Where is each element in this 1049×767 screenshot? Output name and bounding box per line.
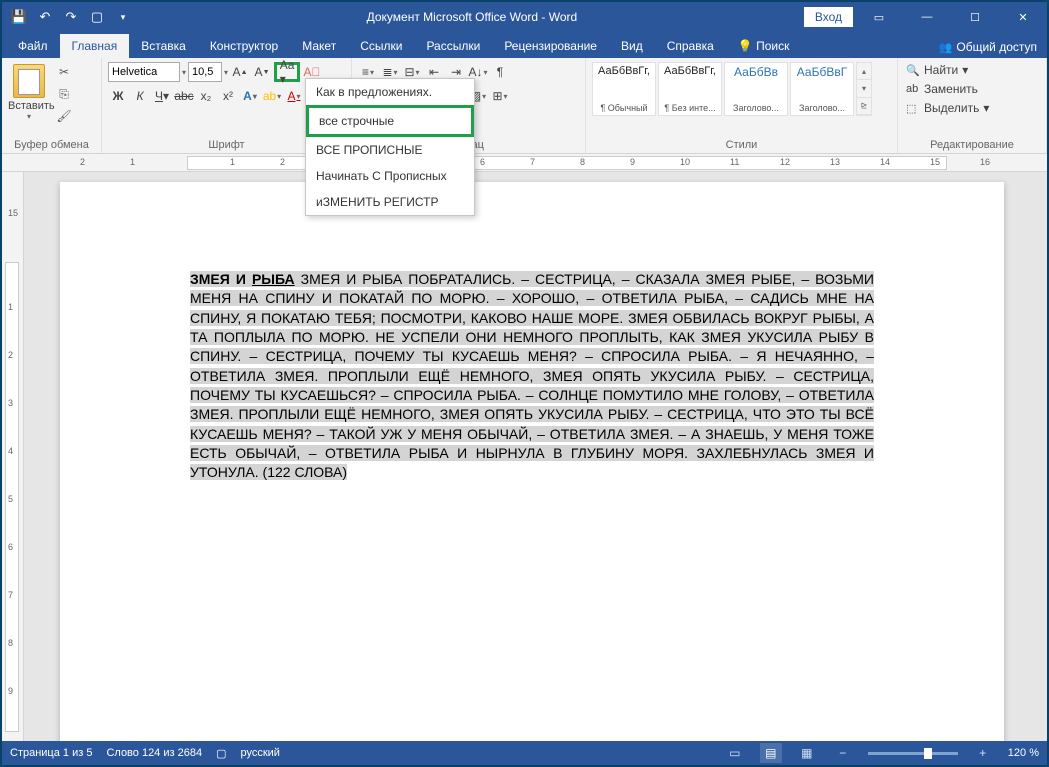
- tab-help[interactable]: Справка: [655, 34, 726, 58]
- ribbon: Вставить ▾ ✂ ⎘ 🖌 Буфер обмена ▾: [2, 58, 1047, 154]
- copy-icon[interactable]: ⎘: [54, 84, 74, 104]
- share-button[interactable]: Общий доступ: [929, 36, 1047, 58]
- case-sentence[interactable]: Как в предложениях.: [306, 79, 474, 105]
- highlight-icon[interactable]: ab: [262, 86, 282, 106]
- status-words[interactable]: Слово 124 из 2684: [106, 747, 202, 759]
- quick-access-toolbar: 💾 ↶ ↷ ▢ ▾: [2, 6, 140, 28]
- style-heading1[interactable]: АаБбВвЗаголово...: [724, 62, 788, 116]
- undo-icon[interactable]: ↶: [34, 6, 56, 28]
- borders-icon[interactable]: ⊞: [490, 86, 510, 106]
- font-color-icon[interactable]: A: [284, 86, 304, 106]
- vertical-ruler[interactable]: 15 1 2 3 4 5 6 7 8 9: [2, 172, 24, 741]
- font-size-input[interactable]: [188, 62, 222, 82]
- case-uppercase[interactable]: ВСЕ ПРОПИСНЫЕ: [306, 137, 474, 163]
- zoom-in-icon[interactable]: +: [972, 743, 994, 763]
- styles-gallery: АаБбВвГг,¶ Обычный АаБбВвГг,¶ Без инте..…: [592, 62, 872, 116]
- superscript-icon[interactable]: x²: [218, 86, 238, 106]
- close-icon[interactable]: ✕: [1001, 3, 1045, 31]
- font-name-input[interactable]: [108, 62, 180, 82]
- zoom-out-icon[interactable]: −: [832, 743, 854, 763]
- tab-mailings[interactable]: Рассылки: [414, 34, 492, 58]
- tab-references[interactable]: Ссылки: [348, 34, 414, 58]
- replace-icon: ab: [906, 83, 920, 95]
- subscript-icon[interactable]: x₂: [196, 86, 216, 106]
- show-marks-icon[interactable]: ¶: [490, 62, 510, 82]
- paste-icon: [13, 64, 45, 98]
- maximize-icon[interactable]: ☐: [953, 3, 997, 31]
- case-capitalize[interactable]: Начинать С Прописных: [306, 163, 474, 189]
- find-button[interactable]: 🔍Найти ▾: [904, 62, 991, 78]
- status-page[interactable]: Страница 1 из 5: [10, 747, 92, 759]
- styles-more[interactable]: ▴▾⊵: [856, 62, 872, 116]
- grow-font-icon[interactable]: A▲: [230, 62, 250, 82]
- tab-review[interactable]: Рецензирование: [492, 34, 609, 58]
- qat-customize-icon[interactable]: ▾: [112, 6, 134, 28]
- read-mode-icon[interactable]: ▭: [724, 743, 746, 763]
- save-icon[interactable]: 💾: [8, 6, 30, 28]
- signin-button[interactable]: Вход: [804, 7, 853, 27]
- bold-icon[interactable]: Ж: [108, 86, 128, 106]
- change-case-dropdown: Как в предложениях. все строчные ВСЕ ПРО…: [305, 78, 475, 216]
- tab-layout[interactable]: Макет: [290, 34, 348, 58]
- tab-view[interactable]: Вид: [609, 34, 655, 58]
- format-painter-icon[interactable]: 🖌: [54, 106, 74, 126]
- page[interactable]: ЗМЕЯ И РЫБА ЗМЕЯ И РЫБА ПОБРАТАЛИСЬ. – С…: [60, 182, 1004, 741]
- style-heading2[interactable]: АаБбВвГЗаголово...: [790, 62, 854, 116]
- redo-icon[interactable]: ↷: [60, 6, 82, 28]
- search-label: Поиск: [756, 39, 789, 53]
- zoom-slider[interactable]: [868, 752, 958, 755]
- web-layout-icon[interactable]: ▦: [796, 743, 818, 763]
- case-toggle[interactable]: иЗМЕНИТЬ РЕГИСТР: [306, 189, 474, 215]
- tab-design[interactable]: Конструктор: [198, 34, 290, 58]
- style-normal[interactable]: АаБбВвГг,¶ Обычный: [592, 62, 656, 116]
- paste-label: Вставить: [8, 100, 50, 112]
- title-bar: 💾 ↶ ↷ ▢ ▾ Документ Microsoft Office Word…: [2, 2, 1047, 32]
- shrink-font-icon[interactable]: A▼: [252, 62, 272, 82]
- doc-bold: ЗМЕЯ И: [190, 271, 252, 287]
- underline-icon[interactable]: Ч ▾: [152, 86, 172, 106]
- replace-button[interactable]: abЗаменить: [904, 81, 991, 97]
- ribbon-tabs: Файл Главная Вставка Конструктор Макет С…: [2, 32, 1047, 58]
- tab-home[interactable]: Главная: [60, 34, 130, 58]
- horizontal-ruler[interactable]: 2 1 1 2 3 4 5 6 7 8 9 10 11 12 13 14 15 …: [2, 154, 1047, 172]
- tab-insert[interactable]: Вставка: [129, 34, 198, 58]
- strike-icon[interactable]: abc: [174, 86, 194, 106]
- cut-icon[interactable]: ✂: [54, 62, 74, 82]
- find-icon: 🔍: [906, 64, 920, 77]
- document-area: 15 1 2 3 4 5 6 7 8 9 ЗМЕЯ И РЫБА ЗМЕЯ И …: [2, 172, 1047, 741]
- tab-file[interactable]: Файл: [6, 34, 60, 58]
- group-editing-label: Редактирование: [904, 137, 1040, 151]
- status-bar: Страница 1 из 5 Слово 124 из 2684 ▢ русс…: [2, 741, 1047, 765]
- paste-button[interactable]: Вставить ▾: [8, 62, 50, 121]
- minimize-icon[interactable]: —: [905, 3, 949, 31]
- group-clipboard-label: Буфер обмена: [8, 137, 95, 151]
- text-effects-icon[interactable]: A: [240, 86, 260, 106]
- group-styles-label: Стили: [592, 137, 891, 151]
- zoom-level[interactable]: 120 %: [1008, 747, 1039, 759]
- tab-search[interactable]: 💡 Поиск: [726, 34, 802, 58]
- print-layout-icon[interactable]: ▤: [760, 743, 782, 763]
- document-text[interactable]: ЗМЕЯ И РЫБА ЗМЕЯ И РЫБА ПОБРАТАЛИСЬ. – С…: [190, 270, 874, 482]
- case-lowercase[interactable]: все строчные: [306, 105, 474, 137]
- spellcheck-icon[interactable]: ▢: [216, 747, 226, 760]
- doc-bold-underline: РЫБА: [252, 271, 295, 287]
- status-language[interactable]: русский: [240, 747, 279, 759]
- doc-rest: ЗМЕЯ И РЫБА ПОБРАТАЛИСЬ. – СЕСТРИЦА, – С…: [190, 271, 874, 480]
- select-icon: ⬚: [906, 102, 920, 115]
- italic-icon[interactable]: К: [130, 86, 150, 106]
- window-title: Документ Microsoft Office Word - Word: [140, 10, 804, 24]
- new-doc-icon[interactable]: ▢: [86, 6, 108, 28]
- style-no-spacing[interactable]: АаБбВвГг,¶ Без инте...: [658, 62, 722, 116]
- ribbon-display-icon[interactable]: ▭: [857, 3, 901, 31]
- change-case-button[interactable]: Aa ▾: [274, 62, 300, 82]
- select-button[interactable]: ⬚Выделить ▾: [904, 100, 991, 116]
